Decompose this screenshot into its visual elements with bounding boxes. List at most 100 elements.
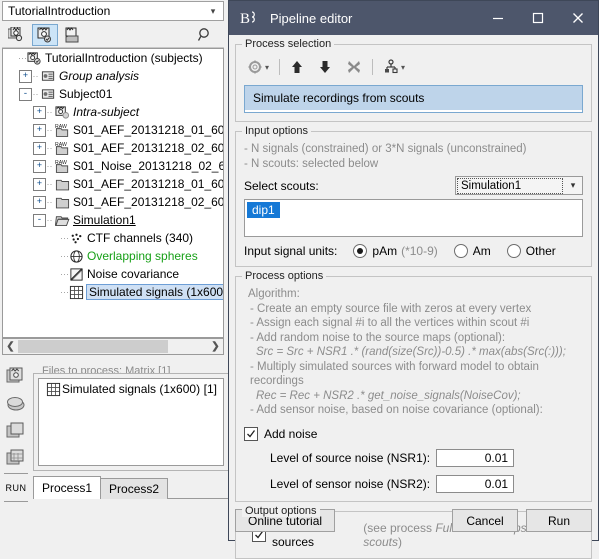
toolbar-separator (279, 59, 281, 75)
tree-item-label: Noise covariance (87, 267, 180, 281)
tree-item[interactable]: +··RAWS01_AEF_20131218_01_600Hz (3, 121, 223, 139)
tree-item-label: S01_AEF_20131218_01_600Hz (73, 123, 224, 137)
files-list[interactable]: Simulated signals (1x600) [1] (38, 378, 224, 466)
expand-icon[interactable]: + (33, 123, 46, 137)
functional-data-icon[interactable] (60, 24, 86, 46)
tree-item[interactable]: +·· S01_AEF_20131218_01_600Hz (3, 175, 223, 193)
tab-process1[interactable]: Process1 (33, 476, 102, 499)
move-up-icon[interactable] (287, 56, 307, 78)
algorithm-title: Algorithm: (248, 288, 300, 300)
tree-item[interactable]: - ·· Simulation1 (3, 211, 223, 229)
tree-item[interactable]: ··· TutorialIntroduction (subjects) (3, 49, 223, 67)
tree-connector: ··· (60, 233, 69, 243)
radio-other[interactable]: Other (506, 244, 556, 258)
tree-item-label: S01_AEF_20131218_02_600Hz (73, 195, 224, 209)
tree-item[interactable]: +··RAWS01_AEF_20131218_02_600Hz (3, 139, 223, 157)
protocol-selector[interactable]: TutorialIntroduction ▾ (2, 1, 224, 21)
radio-am-label: Am (472, 244, 491, 258)
delete-icon[interactable] (343, 56, 365, 78)
nsr2-label: Level of sensor noise (NSR2): (270, 476, 431, 491)
tree-item-label: Intra-subject (73, 105, 140, 119)
radio-pam[interactable]: pAm (*10-9) (353, 244, 438, 258)
expand-icon[interactable]: + (33, 177, 46, 191)
tree-item[interactable]: + ·· Group analysis (3, 67, 223, 85)
scroll-thumb[interactable] (18, 340, 168, 353)
file-row[interactable]: Simulated signals (1x600) [1] (39, 379, 223, 399)
gear-icon[interactable]: ▾ (244, 56, 272, 78)
nsr2-input[interactable]: 0.01 (436, 474, 515, 493)
process-panel: RUN Files to process: Matrix [1] Simulat… (0, 362, 232, 541)
tree-item[interactable]: ··· Simulated signals (1x600) (3, 283, 223, 301)
expand-icon[interactable]: + (33, 195, 46, 209)
tree-item[interactable]: ··· CTF channels (340) (3, 229, 223, 247)
dialog-titlebar[interactable]: B Pipeline editor (229, 1, 598, 35)
scroll-left-arrow[interactable]: ❮ (3, 339, 18, 354)
add-noise-label: Add noise (264, 426, 318, 441)
raw-folder-icon: RAW (53, 159, 71, 174)
pipeline-tree-icon[interactable]: ▾ (380, 56, 408, 78)
radio-am[interactable]: Am (453, 244, 491, 258)
files-to-process-group: Files to process: Matrix [1] Simulated s… (33, 365, 229, 471)
expand-icon[interactable]: + (33, 141, 46, 155)
channel-icon (67, 231, 85, 246)
tree-connector: ·· (46, 215, 53, 225)
database-tree[interactable]: ··· TutorialIntroduction (subjects) + ·· Gro… (2, 48, 224, 338)
process-list[interactable]: Simulate recordings from scouts (244, 85, 583, 113)
add-noise-checkbox[interactable]: Add noise (244, 426, 583, 441)
scroll-track[interactable] (18, 339, 208, 354)
add-noise-checkbox-icon (244, 426, 258, 441)
subjects-icon[interactable] (32, 24, 58, 46)
tree-item[interactable]: + ·· Intra-subject (3, 103, 223, 121)
tree-item[interactable]: ··· Overlapping spheres (3, 247, 223, 265)
tree-horizontal-scrollbar[interactable]: ❮ ❯ (2, 338, 224, 355)
headmodel-icon (67, 249, 85, 264)
process-options-label: Process options (242, 270, 327, 282)
process-options-box: Algorithm: - Create an empty source file… (235, 276, 592, 502)
chevron-down-icon-2: ▾ (401, 62, 406, 72)
tree-item-label: Simulated signals (1x600) (86, 284, 223, 300)
tree-item-label: S01_AEF_20131218_01_600Hz (73, 177, 224, 191)
maximize-icon[interactable] (518, 1, 558, 35)
svg-text:B: B (240, 11, 250, 27)
tree-item-label: S01_AEF_20131218_02_600Hz (73, 141, 224, 155)
move-down-icon[interactable] (315, 56, 335, 78)
tree-connector: ·· (46, 125, 53, 135)
select-scouts-label: Select scouts: (244, 178, 319, 193)
radio-pam-label: pAm (372, 244, 398, 258)
tree-item-label: S01_Noise_20131218_02_600Hz (73, 159, 224, 173)
tree-item[interactable]: ··· Noise covariance (3, 265, 223, 283)
tree-item[interactable]: +··RAWS01_Noise_20131218_02_600Hz (3, 157, 223, 175)
selected-process-item[interactable]: Simulate recordings from scouts (245, 86, 582, 110)
toolbar-divider (4, 473, 28, 475)
run-button[interactable]: Run (526, 509, 592, 532)
scroll-right-arrow[interactable]: ❯ (208, 339, 223, 354)
toolbar-separator-2 (372, 59, 374, 75)
nsr1-input[interactable]: 0.01 (436, 448, 515, 467)
stack-grid-icon[interactable] (3, 444, 29, 471)
scout-item-dip1[interactable]: dip1 (247, 202, 280, 218)
close-icon[interactable] (558, 1, 598, 35)
all-subjects-icon[interactable] (4, 24, 30, 46)
cancel-button[interactable]: Cancel (452, 509, 518, 532)
nsr2-row: Level of sensor noise (NSR2): 0.01 (244, 474, 583, 493)
scouts-surface-dropdown[interactable]: Simulation1 ▾ (455, 176, 583, 195)
process-options-group: Process options Algorithm: - Create an e… (235, 270, 592, 502)
collapse-icon[interactable]: - (19, 87, 32, 101)
stack-icon[interactable] (3, 418, 29, 445)
file-row-count: [1] (203, 382, 217, 396)
expand-icon[interactable]: + (33, 105, 46, 119)
expand-icon[interactable]: + (33, 159, 46, 173)
tab-process2[interactable]: Process2 (100, 478, 169, 499)
scout-list[interactable]: dip1 (244, 199, 583, 237)
collapse-icon[interactable]: - (33, 213, 46, 227)
head-surface-icon[interactable] (3, 391, 29, 418)
tree-item[interactable]: +·· S01_AEF_20131218_02_600Hz (3, 193, 223, 211)
process-vertical-toolbar: RUN (2, 364, 30, 504)
minimize-icon[interactable] (478, 1, 518, 35)
run-pipeline-button[interactable]: RUN (3, 476, 29, 499)
expand-icon[interactable]: + (19, 69, 32, 83)
tree-connector: ··· (60, 287, 69, 297)
import-data-icon[interactable] (3, 364, 29, 391)
tree-item[interactable]: - ·· Subject01 (3, 85, 223, 103)
search-icon[interactable] (192, 24, 218, 46)
